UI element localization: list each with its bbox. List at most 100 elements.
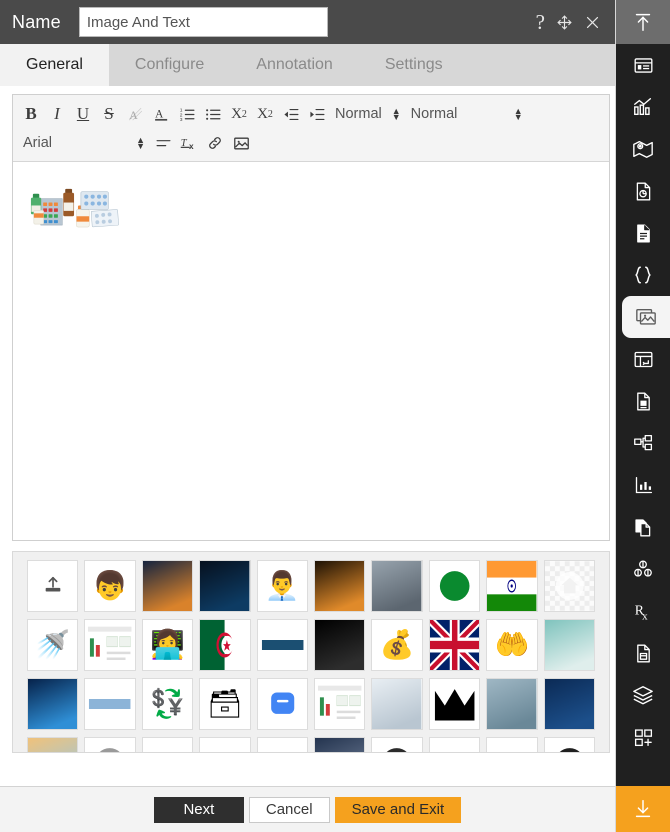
sidebar-item-modules[interactable] [616, 548, 670, 590]
editor-canvas[interactable] [13, 162, 609, 540]
city-night-blue-thumbnail[interactable] [543, 678, 595, 730]
house-watermark-thumbnail[interactable] [543, 560, 595, 612]
image-gallery[interactable]: 👦 👨‍💼 🚿 👩‍💻 💰 🤲 💱 🗃 [12, 551, 610, 753]
money-cycle-thumbnail[interactable]: 💱 [141, 678, 194, 730]
sidebar-item-layout-template[interactable] [616, 338, 670, 380]
name-input[interactable] [78, 7, 328, 37]
water-tap-thumbnail[interactable]: 🚿 [27, 619, 79, 671]
align-icon[interactable] [151, 131, 175, 155]
sidebar-item-copy-document[interactable] [616, 506, 670, 548]
sidebar-download-button[interactable] [616, 786, 670, 832]
chevron-updown-icon: ▲ ▼ [513, 106, 523, 122]
next-button[interactable]: Next [153, 796, 244, 823]
white-paper-fold-thumbnail[interactable] [256, 737, 308, 752]
black-crown-thumbnail[interactable] [428, 678, 481, 730]
svg-text:x: x [642, 610, 648, 622]
tab-annotation[interactable]: Annotation [230, 44, 359, 86]
sidebar-item-saved-document[interactable] [616, 632, 670, 674]
tab-configure[interactable]: Configure [109, 44, 230, 86]
image-gallery-grid: 👦 👨‍💼 🚿 👩‍💻 💰 🤲 💱 🗃 [13, 560, 609, 752]
algeria-flag-thumbnail[interactable] [199, 619, 251, 671]
sidebar-item-layers[interactable] [616, 674, 670, 716]
sidebar-item-prescription[interactable]: R x [616, 590, 670, 632]
technician-server-thumbnail[interactable]: 👨‍💼 [256, 560, 308, 612]
italic-button[interactable]: I [45, 102, 69, 126]
blue-bar-thumbnail[interactable] [256, 619, 308, 671]
upload-tile[interactable] [27, 560, 79, 612]
avatar-person-thumbnail[interactable]: 👦 [84, 560, 136, 612]
light-bulb-dark-thumbnail[interactable] [314, 619, 366, 671]
highlight-color-icon[interactable]: A [123, 102, 147, 126]
close-icon[interactable] [584, 14, 601, 31]
sidebar-item-statistics[interactable] [616, 464, 670, 506]
tab-bar: General Configure Annotation Settings [0, 44, 615, 86]
orange-gauge-thumbnail[interactable] [141, 737, 194, 752]
tab-general[interactable]: General [0, 44, 109, 86]
outdent-icon[interactable] [279, 102, 303, 126]
dark-face-icon-thumbnail[interactable] [543, 737, 595, 752]
dollar-hand-thumbnail[interactable]: 🤲 [486, 619, 538, 671]
dashboard-screenshot-thumbnail[interactable] [84, 619, 136, 671]
tab-settings[interactable]: Settings [359, 44, 469, 86]
underline-button[interactable]: U [71, 102, 95, 126]
sidebar-item-image-and-text[interactable] [622, 296, 670, 338]
font-size-select[interactable]: Normal ▲ ▼ [407, 106, 527, 122]
thumbnail-image [200, 738, 250, 752]
industrial-plant-thumbnail[interactable] [371, 560, 423, 612]
unordered-list-icon[interactable] [201, 102, 225, 126]
font-color-icon[interactable]: A [149, 102, 173, 126]
night-mountain-thumbnail[interactable] [314, 737, 366, 752]
sidebar-item-report-chart[interactable] [616, 170, 670, 212]
sidebar-item-add-widget[interactable] [616, 716, 670, 758]
white-card-thumbnail[interactable] [199, 737, 251, 752]
uk-flag-thumbnail[interactable] [428, 619, 481, 671]
sidebar-item-code[interactable] [616, 254, 670, 296]
strikethrough-button[interactable]: S [97, 102, 121, 126]
sidebar-item-hierarchy[interactable] [616, 422, 670, 464]
subscript-button[interactable]: X2 [227, 102, 251, 126]
green-leaf-logo-thumbnail[interactable] [428, 560, 481, 612]
india-flag-thumbnail[interactable] [486, 560, 538, 612]
thumbnail-image [257, 679, 307, 729]
sunrise-beach-thumbnail[interactable] [27, 737, 79, 752]
collapse-panel-button[interactable] [616, 0, 670, 44]
clear-format-icon[interactable]: T x [177, 131, 201, 155]
chat-app-icon-thumbnail[interactable] [256, 678, 308, 730]
font-family-select[interactable]: Arial ▲ ▼ [19, 135, 149, 151]
money-bag-thumbnail[interactable]: 💰 [371, 619, 423, 671]
plain-blue-thumbnail[interactable] [84, 678, 136, 730]
bold-button[interactable]: B [19, 102, 43, 126]
ordered-list-icon[interactable]: 1 2 3 [175, 102, 199, 126]
heading-style-select[interactable]: Normal ▲ ▼ [331, 106, 405, 122]
help-icon[interactable]: ? [536, 11, 545, 33]
thumbnail-image [257, 620, 307, 670]
thumbnail-image [487, 738, 537, 752]
medical-supplies-thumbnail[interactable] [486, 678, 538, 730]
light-gray-thumbnail[interactable] [428, 737, 481, 752]
lab-scientists-thumbnail[interactable] [371, 678, 423, 730]
thumbnail-image [372, 561, 422, 611]
binary-canister-thumbnail[interactable]: 🗃 [199, 678, 251, 730]
move-icon[interactable] [556, 14, 573, 31]
city-skyline-thumbnail[interactable] [314, 560, 366, 612]
black-dot-thumbnail[interactable] [371, 737, 423, 752]
power-lines-sunset-thumbnail[interactable] [141, 560, 194, 612]
insert-link-icon[interactable] [203, 131, 227, 155]
insert-image-icon[interactable] [229, 131, 253, 155]
gray-badge-thumbnail[interactable] [84, 737, 136, 752]
blue-globe-network-thumbnail[interactable] [27, 678, 79, 730]
support-agent-thumbnail[interactable]: 👩‍💻 [141, 619, 194, 671]
sidebar-item-file-note[interactable] [616, 380, 670, 422]
save-and-exit-button[interactable]: Save and Exit [334, 796, 462, 823]
sidebar-item-analytics[interactable] [616, 86, 670, 128]
sidebar-item-document[interactable] [616, 212, 670, 254]
harbor-ships-thumbnail[interactable] [543, 619, 595, 671]
red-line-thumbnail[interactable] [486, 737, 538, 752]
blank-document-thumbnail[interactable] [314, 678, 366, 730]
sidebar-item-form[interactable] [616, 44, 670, 86]
indent-icon[interactable] [305, 102, 329, 126]
superscript-button[interactable]: X2 [253, 102, 277, 126]
sidebar-item-map[interactable] [616, 128, 670, 170]
cancel-button[interactable]: Cancel [248, 796, 330, 823]
ai-brain-thumbnail[interactable] [199, 560, 251, 612]
